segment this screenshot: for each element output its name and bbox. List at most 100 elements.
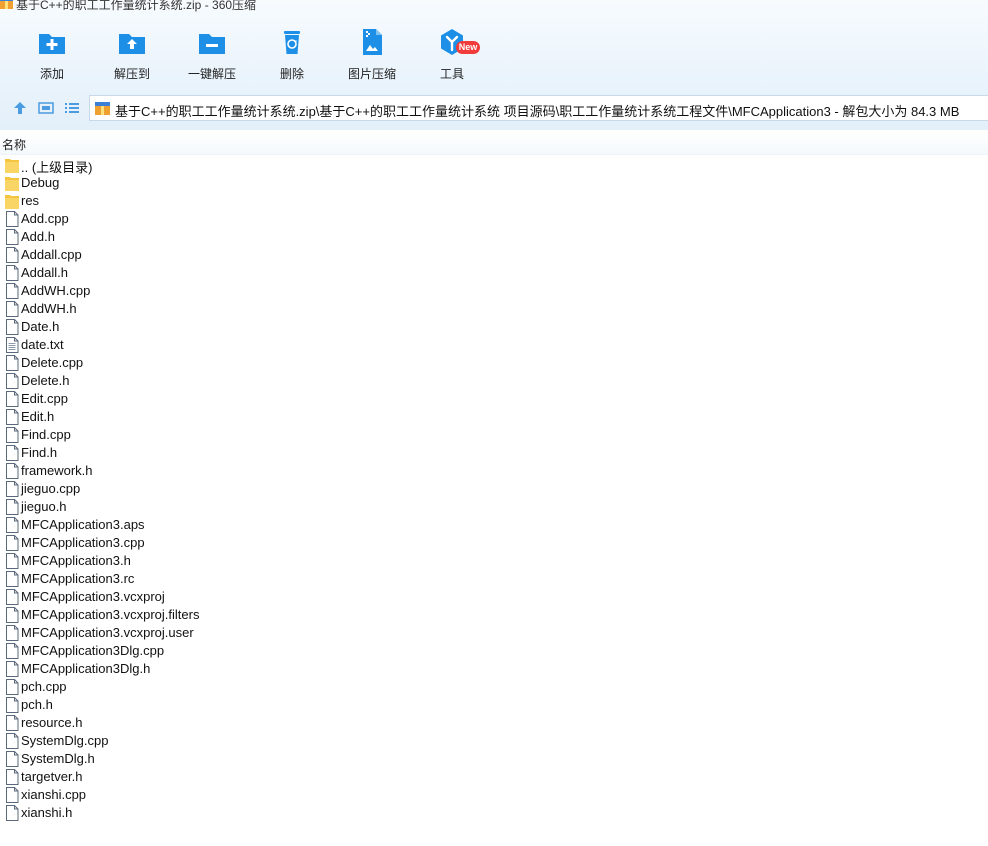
top-panel: 基于C++的职工工作量统计系统.zip - 360压缩 添加 解压到 一键解压 xyxy=(0,0,988,130)
file-row[interactable]: MFCApplication3Dlg.h xyxy=(0,660,988,678)
file-row[interactable]: SystemDlg.h xyxy=(0,750,988,768)
file-row[interactable]: xianshi.cpp xyxy=(0,786,988,804)
file-row[interactable]: Date.h xyxy=(0,318,988,336)
file-icon xyxy=(5,391,19,407)
file-icon xyxy=(5,697,19,713)
file-icon xyxy=(5,769,19,785)
file-name: Addall.cpp xyxy=(21,247,82,262)
file-row[interactable]: targetver.h xyxy=(0,768,988,786)
list-view-icon[interactable] xyxy=(64,100,80,116)
extract-to-button[interactable]: 解压到 xyxy=(92,22,172,84)
folder-row[interactable]: .. (上级目录) xyxy=(0,156,988,175)
archive-app-icon xyxy=(0,0,13,9)
tools-button[interactable]: 工具 xyxy=(412,22,492,84)
image-compress-button[interactable]: 图片压缩 xyxy=(332,22,412,84)
file-name: Addall.h xyxy=(21,265,68,280)
file-name: AddWH.cpp xyxy=(21,283,91,298)
file-name: MFCApplication3.vcxproj.user xyxy=(21,625,194,640)
text-file-icon xyxy=(5,337,19,353)
file-icon xyxy=(5,229,19,245)
file-row[interactable]: Addall.h xyxy=(0,264,988,282)
file-icon xyxy=(5,643,19,659)
file-icon xyxy=(5,499,19,515)
file-icon xyxy=(5,589,19,605)
file-icon xyxy=(5,571,19,587)
file-row[interactable]: pch.h xyxy=(0,696,988,714)
file-row[interactable]: Add.h xyxy=(0,228,988,246)
file-name: res xyxy=(21,193,40,208)
file-icon xyxy=(5,535,19,551)
file-row[interactable]: jieguo.cpp xyxy=(0,480,988,498)
file-row[interactable]: MFCApplication3.rc xyxy=(0,570,988,588)
file-row[interactable]: MFCApplication3.vcxproj.user xyxy=(0,624,988,642)
file-row[interactable]: Find.cpp xyxy=(0,426,988,444)
file-row[interactable]: MFCApplication3.cpp xyxy=(0,534,988,552)
folder-row[interactable]: res xyxy=(0,192,988,210)
file-icon xyxy=(5,715,19,731)
file-row[interactable]: jieguo.h xyxy=(0,498,988,516)
one-click-extract-icon xyxy=(199,34,225,54)
file-name: pch.h xyxy=(21,697,53,712)
file-name: MFCApplication3.h xyxy=(21,553,131,568)
up-arrow-icon[interactable] xyxy=(12,100,28,116)
file-name: SystemDlg.h xyxy=(21,751,95,766)
file-row[interactable]: MFCApplication3.h xyxy=(0,552,988,570)
file-icon xyxy=(5,625,19,641)
thumbnail-view-icon[interactable] xyxy=(38,100,54,116)
file-icon xyxy=(5,301,19,317)
file-icon xyxy=(5,355,19,371)
recycle-bin-icon xyxy=(284,31,300,54)
address-bar[interactable]: 基于C++的职工工作量统计系统.zip\基于C++的职工工作量统计系统 项目源码… xyxy=(89,95,988,121)
file-icon xyxy=(5,247,19,263)
file-icon xyxy=(5,283,19,299)
file-row[interactable]: resource.h xyxy=(0,714,988,732)
file-icon xyxy=(5,553,19,569)
file-name: pch.cpp xyxy=(21,679,67,694)
file-name: MFCApplication3Dlg.cpp xyxy=(21,643,165,658)
file-icon xyxy=(5,679,19,695)
file-name: targetver.h xyxy=(21,769,83,784)
file-row[interactable]: framework.h xyxy=(0,462,988,480)
folder-icon xyxy=(5,193,19,209)
file-row[interactable]: Add.cpp xyxy=(0,210,988,228)
file-name: Date.h xyxy=(21,319,60,334)
file-row[interactable]: MFCApplication3.vcxproj xyxy=(0,588,988,606)
one-click-extract-button[interactable]: 一键解压 xyxy=(172,22,252,84)
file-name: AddWH.h xyxy=(21,301,77,316)
file-row[interactable]: Addall.cpp xyxy=(0,246,988,264)
file-row[interactable]: MFCApplication3Dlg.cpp xyxy=(0,642,988,660)
tools-label: 工具 xyxy=(439,67,464,81)
file-name: resource.h xyxy=(21,715,83,730)
file-name: MFCApplication3.cpp xyxy=(21,535,145,550)
file-icon xyxy=(5,427,19,443)
file-row[interactable]: Edit.cpp xyxy=(0,390,988,408)
add-button[interactable]: 添加 xyxy=(12,22,92,84)
file-icon xyxy=(5,445,19,461)
file-list: .. (上级目录) Debug res Add.cpp Add.h Addall.cpp A… xyxy=(0,156,988,822)
file-row[interactable]: MFCApplication3.vcxproj.filters xyxy=(0,606,988,624)
column-header-name[interactable]: 名称 xyxy=(0,132,988,155)
one-click-extract-label: 一键解压 xyxy=(187,67,236,81)
file-row[interactable]: Find.h xyxy=(0,444,988,462)
file-name: MFCApplication3Dlg.h xyxy=(21,661,151,676)
folder-row[interactable]: Debug xyxy=(0,174,988,192)
file-icon xyxy=(5,463,19,479)
file-row[interactable]: date.txt xyxy=(0,336,988,354)
column-name-label: 名称 xyxy=(2,138,27,152)
file-row[interactable]: SystemDlg.cpp xyxy=(0,732,988,750)
file-row[interactable]: Delete.cpp xyxy=(0,354,988,372)
file-row[interactable]: AddWH.h xyxy=(0,300,988,318)
file-icon xyxy=(5,319,19,335)
archive-icon xyxy=(95,102,110,115)
extract-to-icon xyxy=(119,34,145,54)
file-row[interactable]: pch.cpp xyxy=(0,678,988,696)
file-name: Delete.h xyxy=(21,373,70,388)
file-name: Add.cpp xyxy=(21,211,69,226)
file-row[interactable]: MFCApplication3.aps xyxy=(0,516,988,534)
delete-button[interactable]: 删除 xyxy=(252,22,332,84)
file-row[interactable]: xianshi.h xyxy=(0,804,988,822)
file-row[interactable]: Edit.h xyxy=(0,408,988,426)
file-row[interactable]: AddWH.cpp xyxy=(0,282,988,300)
new-badge: New xyxy=(456,41,480,54)
file-row[interactable]: Delete.h xyxy=(0,372,988,390)
